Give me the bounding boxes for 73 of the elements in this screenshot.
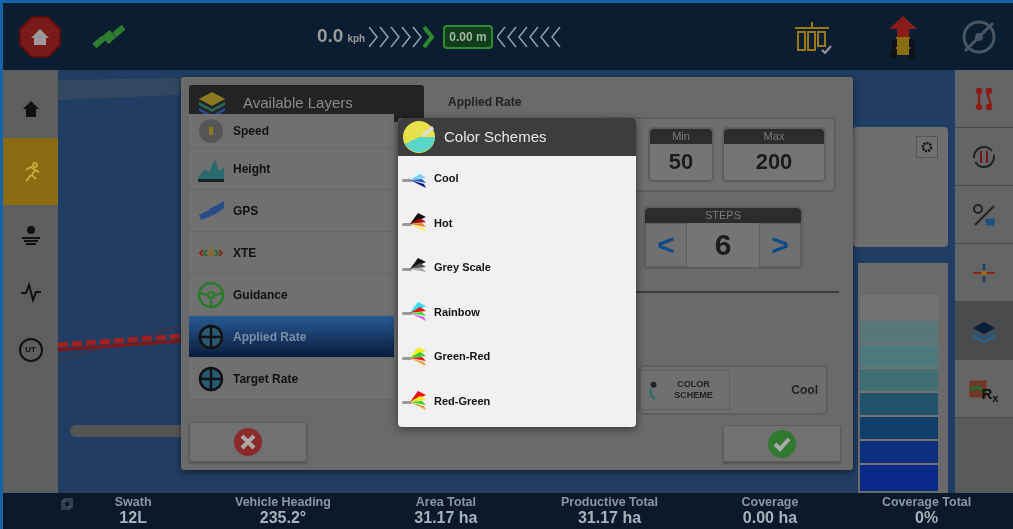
layer-item[interactable]: XTE xyxy=(189,232,394,274)
field-label: Max xyxy=(724,129,824,144)
field-label: Min xyxy=(650,129,712,144)
layer-item[interactable]: GPS xyxy=(189,190,394,232)
speed-unit: kph xyxy=(347,32,366,46)
status-label: Area Total xyxy=(415,495,477,509)
cancel-button[interactable] xyxy=(189,422,307,462)
scheme-option[interactable]: Green-Red xyxy=(398,334,636,379)
status-value: 31.17 ha xyxy=(414,509,478,527)
settings-icon xyxy=(921,141,933,153)
color-scheme-button[interactable]: COLOR SCHEME xyxy=(640,370,730,410)
scheme-value: Cool xyxy=(791,382,818,399)
cycle-icon xyxy=(972,144,996,169)
sidebar-button[interactable] xyxy=(955,244,1013,302)
sidebar-button[interactable] xyxy=(955,302,1013,360)
sidebar-button[interactable] xyxy=(955,128,1013,186)
layer-item[interactable]: Guidance xyxy=(189,274,394,316)
popup-title: Color Schemes xyxy=(444,126,547,147)
scheme-option[interactable]: Red-Green xyxy=(398,378,636,423)
scheme-option[interactable]: Rainbow xyxy=(398,289,636,334)
layer-item[interactable]: Applied Rate xyxy=(189,316,394,358)
status-value: 0% xyxy=(915,509,939,527)
pin-icon xyxy=(972,202,996,227)
gear-button[interactable] xyxy=(916,136,938,158)
layer-item[interactable]: Speed xyxy=(189,114,394,148)
rx-label: R$_{x}$ xyxy=(981,386,999,401)
ut-icon: UT xyxy=(18,338,43,362)
scheme-option[interactable]: Hot xyxy=(398,200,636,245)
wheel-icon xyxy=(197,280,225,309)
settings-icon xyxy=(19,223,42,245)
detail-title: Applied Rate xyxy=(448,94,523,111)
layer-item[interactable]: Height xyxy=(189,148,394,190)
speed-value: 0.0 xyxy=(317,24,344,49)
sidebar-button[interactable] xyxy=(955,70,1013,128)
implement-icon[interactable] xyxy=(792,19,832,54)
sidebar-button[interactable]: R$_{x}$ xyxy=(955,360,1013,418)
sidebar-button[interactable] xyxy=(3,138,58,205)
status-label: Productive Total xyxy=(561,495,658,509)
status-value: 0.00 ha xyxy=(742,509,798,527)
color-fan-icon xyxy=(402,391,426,411)
ok-button[interactable] xyxy=(723,425,841,462)
layer-item[interactable]: Target Rate xyxy=(189,358,394,400)
status-label: Coverage Total xyxy=(881,495,972,509)
field-value: 200 xyxy=(754,148,794,176)
tractor-arrow-icon[interactable] xyxy=(887,14,919,59)
palette-icon xyxy=(402,120,436,154)
scheme-option[interactable]: Grey Scale xyxy=(398,245,636,290)
sidebar-button[interactable]: UT xyxy=(3,321,58,379)
status-value: 12L xyxy=(119,509,147,527)
offset-badge: 0.00 m xyxy=(443,24,493,49)
pulse-icon xyxy=(19,281,42,303)
check-icon xyxy=(767,428,797,459)
status-label: Vehicle Heading xyxy=(235,495,331,509)
gauge-icon xyxy=(197,116,225,145)
stop-home-icon[interactable] xyxy=(19,15,61,58)
scheme-option[interactable]: Cool xyxy=(398,156,636,201)
color-fan-icon xyxy=(402,213,426,233)
sidebar-button[interactable] xyxy=(955,186,1013,244)
color-fan-icon xyxy=(402,346,426,366)
color-fan-icon xyxy=(402,168,426,188)
rate-icon xyxy=(197,322,225,351)
layers-title: Available Layers xyxy=(243,93,353,114)
rate-icon xyxy=(197,364,225,393)
copy-icon xyxy=(61,498,73,510)
color-fan-icon xyxy=(402,302,426,322)
status-label: Swath xyxy=(114,495,152,509)
status-value: 31.17 ha xyxy=(577,509,642,527)
field-value: 50 xyxy=(667,148,695,176)
steps-value: 6 xyxy=(714,227,732,263)
close-icon xyxy=(233,427,263,457)
status-label: Coverage xyxy=(741,495,799,509)
status-value: 235.2° xyxy=(259,509,307,527)
field-label: STEPS xyxy=(645,208,801,223)
